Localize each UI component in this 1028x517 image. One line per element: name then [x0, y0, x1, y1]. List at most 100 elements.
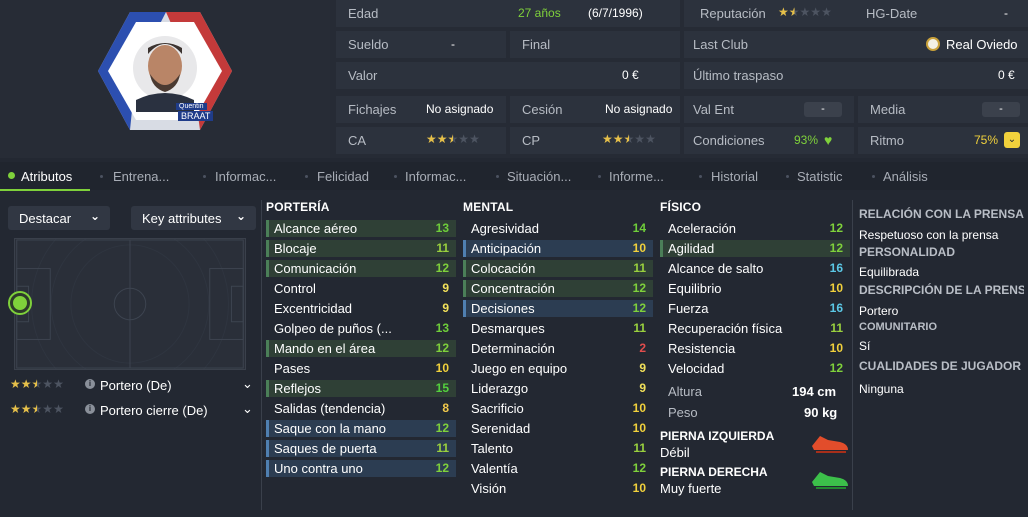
- attribute-row[interactable]: Visión 10: [463, 480, 653, 497]
- attribute-value: 12: [435, 261, 449, 275]
- tab-entrenamiento[interactable]: Entrena...: [113, 169, 169, 184]
- key-attributes-dropdown[interactable]: Key attributes ⌄: [131, 206, 256, 230]
- highlight-dropdown[interactable]: Destacar ⌄: [8, 206, 110, 230]
- info-icon[interactable]: i: [85, 379, 95, 389]
- attribute-row[interactable]: Pases 10: [266, 360, 456, 377]
- attribute-row[interactable]: Colocación 11: [463, 260, 653, 277]
- attribute-name: Control: [274, 281, 316, 296]
- attribute-row[interactable]: Comunicación 12: [266, 260, 456, 277]
- chevron-down-icon: ⌄: [89, 209, 100, 223]
- attribute-row[interactable]: Recuperación física 11: [660, 320, 850, 337]
- attribute-name: Recuperación física: [668, 321, 783, 336]
- condition-label: Condiciones: [693, 133, 765, 148]
- attribute-row[interactable]: Salidas (tendencia) 8: [266, 400, 456, 417]
- attribute-row[interactable]: Determinación 2: [463, 340, 653, 357]
- hg-label: HG-Date: [866, 6, 918, 21]
- attribute-value: 2: [639, 341, 646, 355]
- attribute-name: Alcance aéreo: [274, 221, 358, 236]
- attribute-name: Comunicación: [274, 261, 357, 276]
- attribute-value: 11: [633, 441, 646, 455]
- tab-historial[interactable]: Historial: [711, 169, 758, 184]
- last-club-card[interactable]: Last Club Real Oviedo: [684, 31, 1028, 58]
- attribute-row[interactable]: Serenidad 10: [463, 420, 653, 437]
- attribute-row[interactable]: Valentía 12: [463, 460, 653, 477]
- attribute-row[interactable]: Blocaje 11: [266, 240, 456, 257]
- tab-informacion[interactable]: Informac...: [215, 169, 276, 184]
- attribute-row[interactable]: Aceleración 12: [660, 220, 850, 237]
- attribute-value: 16: [829, 261, 843, 275]
- attribute-name: Anticipación: [471, 241, 542, 256]
- tab-situacion[interactable]: Situación...: [507, 169, 571, 184]
- attribute-name: Resistencia: [668, 341, 736, 356]
- portrait-first-name: Quentin: [176, 103, 207, 110]
- attribute-row[interactable]: Saques de puerta 11: [266, 440, 456, 457]
- tab-informacion-2[interactable]: Informac...: [405, 169, 466, 184]
- attribute-row[interactable]: Excentricidad 9: [266, 300, 456, 317]
- attribute-row[interactable]: Alcance de salto 16: [660, 260, 850, 277]
- loan-card[interactable]: Cesión No asignado: [510, 96, 680, 123]
- attribute-row[interactable]: Alcance aéreo 13: [266, 220, 456, 237]
- tab-statistic[interactable]: Statistic: [797, 169, 843, 184]
- tab-informe[interactable]: Informe...: [609, 169, 664, 184]
- attribute-row[interactable]: Resistencia 10: [660, 340, 850, 357]
- attribute-row[interactable]: Control 9: [266, 280, 456, 297]
- chevron-down-icon[interactable]: ⌄: [242, 401, 253, 417]
- attribute-row[interactable]: Velocidad 12: [660, 360, 850, 377]
- attribute-value: 11: [633, 321, 646, 335]
- goalkeeper-position-marker[interactable]: [10, 293, 30, 313]
- attribute-row[interactable]: Uno contra uno 12: [266, 460, 456, 477]
- tab-felicidad[interactable]: Felicidad: [317, 169, 369, 184]
- role-stars: ★★★★★: [10, 402, 64, 416]
- info-icon[interactable]: i: [85, 404, 95, 414]
- attribute-name: Aceleración: [668, 221, 736, 236]
- wage-card[interactable]: Sueldo -: [336, 31, 506, 58]
- attribute-name: Alcance de salto: [668, 261, 764, 276]
- star-icon: ★: [469, 132, 480, 146]
- attribute-value: 10: [632, 401, 646, 415]
- tab-analisis[interactable]: Análisis: [883, 169, 928, 184]
- attribute-row[interactable]: Agilidad 12: [660, 240, 850, 257]
- star-icon: ★: [810, 5, 822, 19]
- attribute-row[interactable]: Golpeo de puños (... 13: [266, 320, 456, 337]
- attribute-row[interactable]: Equilibrio 10: [660, 280, 850, 297]
- star-icon: ★: [20, 402, 32, 416]
- press-relation-label: RELACIÓN CON LA PRENSA: [859, 207, 1024, 221]
- attribute-row[interactable]: Anticipación 10: [463, 240, 653, 257]
- mental-heading: MENTAL: [463, 200, 514, 214]
- attribute-row[interactable]: Talento 11: [463, 440, 653, 457]
- attribute-row[interactable]: Sacrificio 10: [463, 400, 653, 417]
- attribute-row[interactable]: Agresividad 14: [463, 220, 653, 237]
- star-icon: ★: [42, 402, 54, 416]
- attribute-name: Saques de puerta: [274, 441, 377, 456]
- attribute-row[interactable]: Liderazgo 9: [463, 380, 653, 397]
- last-club-value: Real Oviedo: [946, 37, 1018, 52]
- chevron-down-icon[interactable]: ⌄: [242, 376, 253, 392]
- weight-value: 90 kg: [804, 405, 838, 420]
- star-icon: ★: [10, 377, 21, 391]
- condition-value: 93%: [794, 133, 819, 147]
- attribute-name: Agresividad: [471, 221, 539, 236]
- signings-card[interactable]: Fichajes No asignado: [336, 96, 506, 123]
- attribute-name: Velocidad: [668, 361, 725, 376]
- role-row[interactable]: ★★★★★ i Portero cierre (De) ⌄: [8, 401, 258, 421]
- star-icon: ★: [436, 132, 448, 146]
- attribute-name: Excentricidad: [274, 301, 353, 316]
- personality-value: Equilibrada: [859, 265, 920, 279]
- attribute-row[interactable]: Fuerza 16: [660, 300, 850, 317]
- attribute-row[interactable]: Decisiones 12: [463, 300, 653, 317]
- player-qualities-label: CUALIDADES DE JUGADOR: [859, 359, 1022, 373]
- star-icon: ★: [458, 132, 470, 146]
- attribute-value: 14: [632, 221, 646, 235]
- attribute-row[interactable]: Desmarques 11: [463, 320, 653, 337]
- role-label: Portero cierre (De): [100, 403, 208, 418]
- attribute-row[interactable]: Saque con la mano 12: [266, 420, 456, 437]
- attribute-row[interactable]: Mando en el área 12: [266, 340, 456, 357]
- attribute-row[interactable]: Concentración 12: [463, 280, 653, 297]
- star-icon: ★: [788, 5, 800, 19]
- attribute-value: 15: [435, 381, 449, 395]
- attribute-value: 9: [442, 301, 449, 315]
- attribute-row[interactable]: Juego en equipo 9: [463, 360, 653, 377]
- attribute-row[interactable]: Reflejos 15: [266, 380, 456, 397]
- tab-atributos[interactable]: Atributos: [21, 169, 72, 184]
- role-row[interactable]: ★★★★★ i Portero (De) ⌄: [8, 376, 258, 396]
